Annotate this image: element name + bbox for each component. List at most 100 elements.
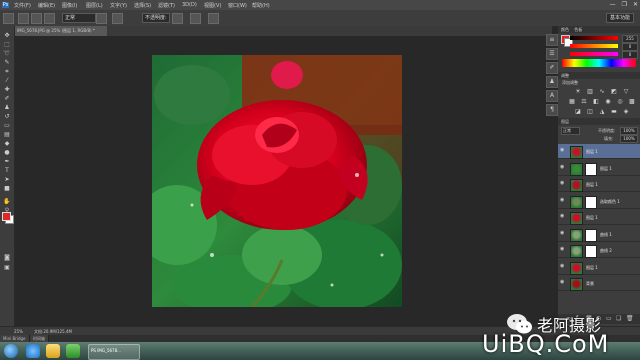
menu-layer[interactable]: 图层(L) xyxy=(86,2,103,9)
character-panel-icon[interactable]: A xyxy=(546,90,558,102)
brush-panel-icon[interactable]: ✐ xyxy=(546,62,558,74)
vibrance-icon[interactable]: ▽ xyxy=(622,88,630,95)
visibility-eye-icon[interactable]: ◉ xyxy=(560,214,565,219)
type-icon[interactable]: T xyxy=(3,167,11,174)
visibility-eye-icon[interactable]: ◉ xyxy=(560,280,565,285)
layer-thumbnail[interactable] xyxy=(570,146,583,159)
menu-file[interactable]: 文件(F) xyxy=(14,2,31,9)
layer-row[interactable]: ◉ 图层 1 xyxy=(558,161,640,176)
eyedropper-icon[interactable]: ⁄ xyxy=(3,77,11,84)
red-value[interactable]: 255 xyxy=(622,35,638,43)
blend-mode-select[interactable]: 正常 xyxy=(561,127,580,135)
taskbar-photoshop-button[interactable]: PS IMG_5678... xyxy=(88,344,140,360)
pen-icon[interactable]: ✒ xyxy=(3,158,11,165)
visibility-eye-icon[interactable]: ◉ xyxy=(560,247,565,252)
layers-tab[interactable]: 图层 xyxy=(561,119,569,124)
green-slider[interactable] xyxy=(570,44,618,48)
airbrush-icon[interactable] xyxy=(96,13,107,24)
ie-icon[interactable] xyxy=(26,344,40,358)
restore-button[interactable]: ❐ xyxy=(622,1,627,8)
toggle-brush-panel-icon[interactable] xyxy=(31,13,42,24)
screen-mode-icon[interactable]: ▣ xyxy=(3,264,11,271)
menu-select[interactable]: 选择(S) xyxy=(134,2,151,9)
folder-icon[interactable] xyxy=(46,344,60,358)
brush-preset-icon[interactable] xyxy=(18,13,29,24)
opacity-select[interactable]: 不透明度: xyxy=(142,13,170,23)
hue-sat-icon[interactable]: ▦ xyxy=(568,98,576,105)
red-slider[interactable] xyxy=(570,36,618,40)
menu-3d[interactable]: 3D(D) xyxy=(182,2,197,8)
marquee-icon[interactable]: ⬚ xyxy=(3,41,11,48)
history-panel-icon[interactable]: ≡ xyxy=(546,34,558,46)
workspace-select[interactable]: 基本功能 xyxy=(605,13,634,23)
layer-mask-thumbnail[interactable] xyxy=(585,245,597,258)
curves-icon[interactable]: ∿ xyxy=(598,88,606,95)
shape-icon[interactable]: ■ xyxy=(3,185,11,192)
levels-icon[interactable]: ▥ xyxy=(586,88,594,95)
timeline-tab[interactable]: 时间轴 xyxy=(30,335,49,342)
pressure-icon[interactable] xyxy=(112,13,123,24)
layer-thumbnail[interactable] xyxy=(570,245,583,258)
layer-name[interactable]: 图层 1 xyxy=(586,149,598,155)
layer-row[interactable]: ◉ 图层 1 xyxy=(558,144,640,159)
menu-type[interactable]: 文字(Y) xyxy=(110,2,127,9)
layer-name[interactable]: 曲线 2 xyxy=(600,248,612,254)
hand-icon[interactable]: ✋ xyxy=(3,198,11,205)
mini-bridge-tab[interactable]: Mini Bridge xyxy=(0,335,30,342)
start-button[interactable] xyxy=(4,344,18,358)
layer-thumbnail[interactable] xyxy=(570,278,583,291)
photo-filter-icon[interactable]: ◉ xyxy=(604,98,612,105)
pressure-size-icon[interactable] xyxy=(208,13,219,24)
blur-icon[interactable]: ◆ xyxy=(3,140,11,147)
toggle-clone-panel-icon[interactable] xyxy=(44,13,55,24)
lasso-icon[interactable]: ➰ xyxy=(3,50,11,57)
eraser-icon[interactable]: ▭ xyxy=(3,122,11,129)
color-lookup-icon[interactable]: ▩ xyxy=(628,98,636,105)
blue-value[interactable]: 0 xyxy=(622,51,638,59)
gradient-icon[interactable]: ▤ xyxy=(3,131,11,138)
layer-thumbnail[interactable] xyxy=(570,228,583,242)
menu-help[interactable]: 帮助(H) xyxy=(252,2,270,9)
mode-select[interactable]: 正常 xyxy=(62,13,96,23)
layer-row[interactable]: ◉ 图层 1 xyxy=(558,210,640,225)
paragraph-panel-icon[interactable]: ¶ xyxy=(546,104,558,116)
layer-mask-thumbnail[interactable] xyxy=(585,195,597,209)
visibility-eye-icon[interactable]: ◉ xyxy=(560,263,565,269)
layer-name[interactable]: 背景 xyxy=(586,281,594,287)
quick-select-icon[interactable]: ✎ xyxy=(3,59,11,66)
menu-image[interactable]: 图像(I) xyxy=(62,2,77,9)
layer-thumbnail[interactable] xyxy=(570,179,583,192)
menu-window[interactable]: 窗口(W) xyxy=(228,2,247,9)
visibility-eye-icon[interactable]: ◉ xyxy=(560,197,565,203)
quick-mask-icon[interactable]: ◙ xyxy=(3,254,11,261)
visibility-eye-icon[interactable]: ◉ xyxy=(560,148,565,153)
exposure-icon[interactable]: ◩ xyxy=(610,88,618,95)
color-spectrum[interactable] xyxy=(562,59,636,67)
minimize-button[interactable]: — xyxy=(610,1,616,8)
selective-color-icon[interactable]: ◈ xyxy=(622,108,630,115)
layer-name[interactable]: 图层 1 xyxy=(586,182,598,188)
layer-name[interactable]: 图层 1 xyxy=(586,215,598,221)
foreground-color-swatch[interactable] xyxy=(2,212,11,221)
layer-name[interactable]: 图层 1 xyxy=(600,166,612,172)
media-icon[interactable] xyxy=(66,344,80,358)
stamp-icon[interactable]: ♟ xyxy=(3,104,11,111)
layer-name[interactable]: 曲线 1 xyxy=(600,232,612,238)
close-button[interactable]: ✕ xyxy=(633,1,638,8)
posterize-icon[interactable]: ◫ xyxy=(586,108,594,115)
clone-source-icon[interactable]: ♟ xyxy=(546,76,558,88)
sample-icon[interactable] xyxy=(172,13,183,24)
layer-name[interactable]: 选取颜色 1 xyxy=(600,199,620,205)
dodge-icon[interactable]: ● xyxy=(3,149,11,156)
tool-preset-icon[interactable] xyxy=(3,13,14,24)
adjustments-tab[interactable]: 调整 xyxy=(561,73,569,78)
menu-view[interactable]: 视图(V) xyxy=(204,2,221,9)
layer-row[interactable]: ◉ 图层 1 xyxy=(558,177,640,192)
layer-thumbnail[interactable] xyxy=(570,212,583,225)
visibility-eye-icon[interactable]: ◉ xyxy=(560,181,565,186)
menu-filter[interactable]: 滤镜(T) xyxy=(158,2,175,9)
opacity-field[interactable]: 100% xyxy=(620,127,638,135)
layer-thumbnail[interactable] xyxy=(570,195,583,209)
layer-row[interactable]: ◉ 曲线 1 xyxy=(558,227,640,242)
ps-logo-icon[interactable]: Ps xyxy=(2,2,9,8)
